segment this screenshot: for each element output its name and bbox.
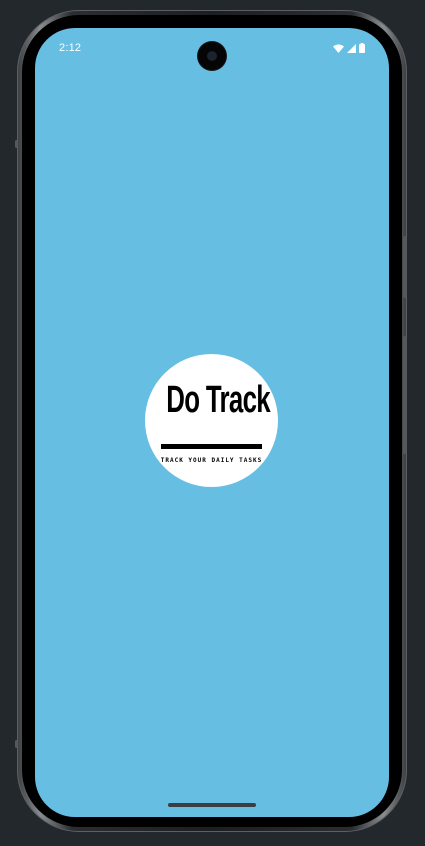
power-button[interactable] xyxy=(403,336,407,454)
front-camera xyxy=(198,42,226,70)
cellular-signal-icon xyxy=(347,43,356,53)
frame-antenna-line xyxy=(15,140,18,148)
volume-button[interactable] xyxy=(403,236,407,298)
home-indicator[interactable] xyxy=(168,803,256,807)
status-time: 2:12 xyxy=(59,42,82,54)
logo-tagline: TRACK YOUR DAILY TASKS xyxy=(160,457,263,464)
app-logo: Do Track TRACK YOUR DAILY TASKS xyxy=(145,354,278,487)
status-icons xyxy=(333,43,365,53)
logo-underline xyxy=(161,444,262,449)
wifi-icon xyxy=(333,44,344,53)
device-stage: 2:12 Do Track TRACK YOUR DAILY TASKS xyxy=(0,0,425,846)
logo-title: Do Track xyxy=(166,379,271,421)
battery-icon xyxy=(359,43,365,53)
splash-screen: 2:12 Do Track TRACK YOUR DAILY TASKS xyxy=(35,28,389,817)
frame-antenna-line xyxy=(15,740,18,748)
